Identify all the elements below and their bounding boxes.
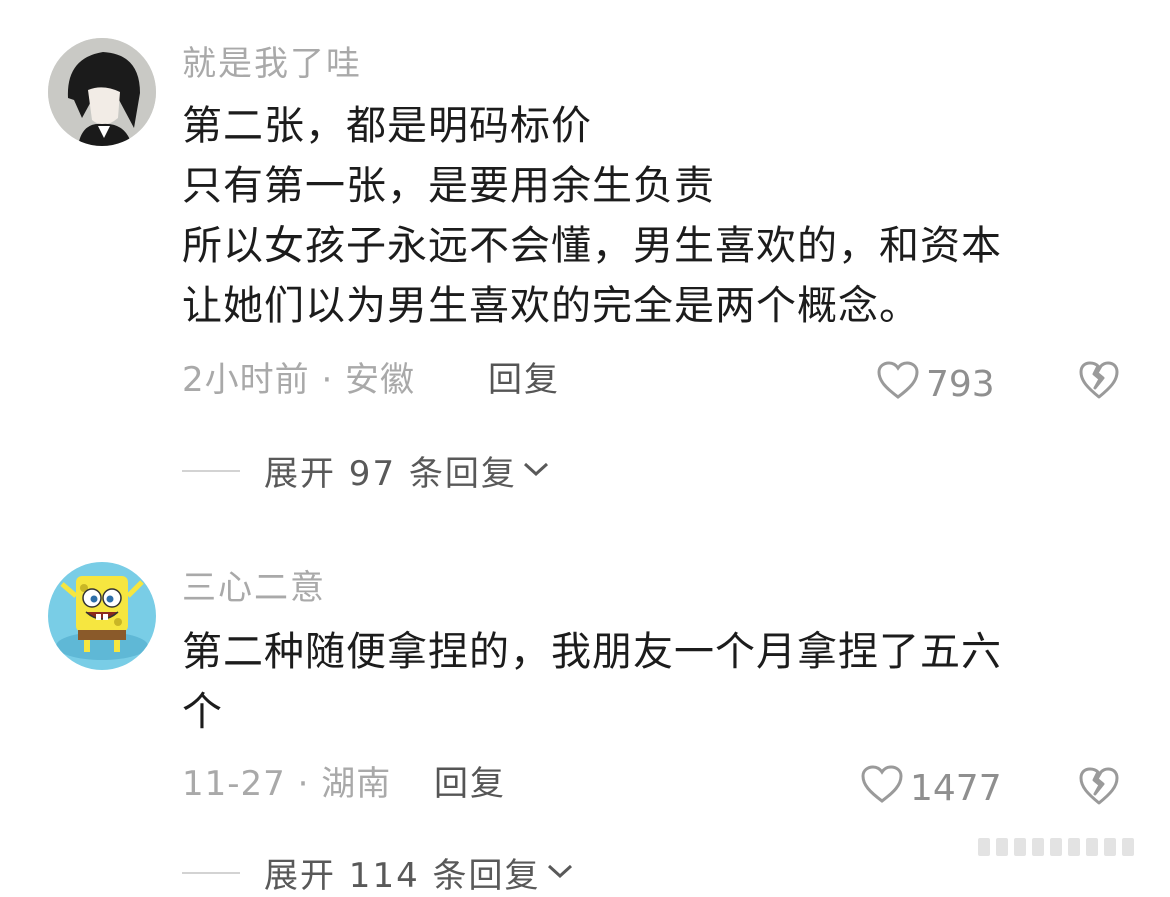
comment-username[interactable]: 就是我了哇 xyxy=(182,44,362,84)
comment-line: 让她们以为男生喜欢的完全是两个概念。 xyxy=(182,283,920,329)
divider xyxy=(182,469,240,472)
expand-replies-label: 展开 97 条回复 xyxy=(264,454,517,494)
avatar[interactable] xyxy=(48,38,156,146)
comment-line: 第二种随便拿捏的，我朋友一个月拿捏了五六 xyxy=(182,629,1002,675)
expand-replies-button[interactable]: 展开 97 条回复 xyxy=(182,446,551,495)
like-count: 793 xyxy=(926,363,995,405)
broken-heart-icon xyxy=(1078,361,1120,404)
comment-body: 第二张，都是明码标价 只有第一张，是要用余生负责 所以女孩子永远不会懂，男生喜欢… xyxy=(182,96,1142,336)
chevron-down-icon xyxy=(545,861,575,885)
reply-button[interactable]: 回复 xyxy=(434,764,506,804)
dislike-button[interactable] xyxy=(1078,766,1120,810)
comment-line: 所以女孩子永远不会懂，男生喜欢的，和资本 xyxy=(182,223,1002,269)
comment-meta: 2小时前 · 安徽 xyxy=(182,360,416,400)
reply-button[interactable]: 回复 xyxy=(488,360,560,400)
expand-replies-label: 展开 114 条回复 xyxy=(264,856,541,896)
like-count: 1477 xyxy=(910,767,1002,809)
comment-line: 个 xyxy=(182,689,223,735)
comment-line: 只有第一张，是要用余生负责 xyxy=(182,163,715,209)
chevron-down-icon xyxy=(521,459,551,483)
comment-line: 第二张，都是明码标价 xyxy=(182,103,592,149)
avatar[interactable] xyxy=(48,562,156,670)
comment-meta: 11-27 · 湖南 xyxy=(182,764,392,804)
like-button[interactable]: 1477 xyxy=(860,764,1002,813)
broken-heart-icon xyxy=(1078,767,1120,810)
dislike-button[interactable] xyxy=(1078,360,1120,404)
comment-username[interactable]: 三心二意 xyxy=(182,568,326,608)
heart-outline-icon xyxy=(860,764,904,813)
comment-body: 第二种随便拿捏的，我朋友一个月拿捏了五六 个 xyxy=(182,622,1142,742)
like-button[interactable]: 793 xyxy=(876,360,995,409)
page-indicator xyxy=(978,838,1134,856)
heart-outline-icon xyxy=(876,360,920,409)
expand-replies-button[interactable]: 展开 114 条回复 xyxy=(182,848,575,897)
